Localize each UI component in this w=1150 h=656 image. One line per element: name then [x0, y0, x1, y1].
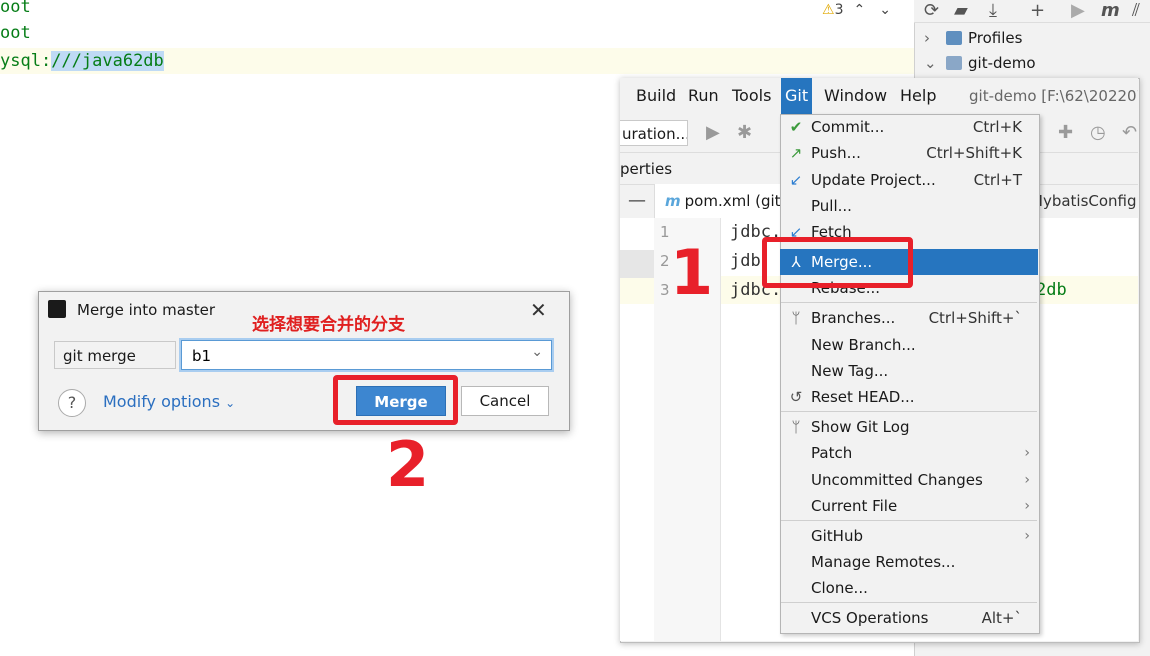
module-icon: [946, 56, 962, 70]
maven-icon[interactable]: m: [1101, 0, 1120, 22]
menu-tools[interactable]: Tools: [732, 78, 771, 114]
modify-options-link[interactable]: Modify options ⌄: [103, 390, 235, 415]
skip-tests-icon[interactable]: ⫽: [1132, 0, 1140, 22]
menu-separator: [781, 520, 1037, 521]
profiles-icon: [946, 31, 962, 45]
step-number-1: 1: [670, 236, 714, 309]
diff-icon[interactable]: ✚: [1058, 120, 1073, 146]
chevron-right-icon: ›: [1024, 445, 1030, 461]
code-fragment: 2db: [1036, 280, 1067, 300]
help-button[interactable]: ?: [58, 389, 86, 417]
add-icon[interactable]: +: [1030, 0, 1045, 22]
push-arrow-icon: ↗: [789, 144, 803, 162]
highlight-box-merge-menu: [762, 237, 913, 288]
git-menu-patch[interactable]: Patch ›: [780, 440, 1038, 466]
git-menu-commit[interactable]: ✔ Commit... Ctrl+K: [780, 114, 1038, 140]
git-menu-pull[interactable]: Pull...: [780, 193, 1038, 219]
run-icon[interactable]: ▶: [706, 120, 720, 146]
history-icon[interactable]: ◷: [1090, 120, 1106, 146]
folder-sync-icon[interactable]: ▰: [954, 0, 968, 22]
git-menu-new-branch[interactable]: New Branch...: [780, 332, 1038, 358]
branch-combobox[interactable]: ⌄: [181, 340, 552, 370]
cancel-button[interactable]: Cancel: [461, 386, 549, 416]
check-icon: ✔: [789, 118, 803, 136]
menu-bar: Build Run Tools Git Window Help git-demo…: [620, 78, 1138, 114]
branch-icon: ᛘ: [791, 309, 801, 327]
code-line: oot: [0, 23, 31, 43]
git-menu-manage-remotes[interactable]: Manage Remotes...: [780, 549, 1038, 575]
refresh-icon[interactable]: ⟳: [924, 0, 939, 22]
chevron-right-icon: ›: [1024, 498, 1030, 514]
tree-item-profiles[interactable]: › Profiles: [914, 26, 1150, 51]
chevron-down-icon[interactable]: ⌄: [879, 2, 891, 18]
chevron-right-icon: ›: [1024, 528, 1030, 544]
properties-breadcrumb[interactable]: perties: [620, 153, 672, 185]
git-menu-update-project[interactable]: ↙ Update Project... Ctrl+T: [780, 167, 1038, 193]
highlight-box-merge-button: [333, 375, 458, 425]
git-command-label: git merge: [54, 341, 176, 369]
menu-help[interactable]: Help: [900, 78, 936, 114]
git-menu-push[interactable]: ↗ Push... Ctrl+Shift+K: [780, 140, 1038, 166]
warning-icon: ⚠: [822, 2, 835, 18]
git-menu-clone[interactable]: Clone...: [780, 575, 1038, 601]
maven-file-icon: m: [665, 192, 681, 210]
git-menu-uncommitted-changes[interactable]: Uncommitted Changes ›: [780, 467, 1038, 493]
menu-run[interactable]: Run: [688, 78, 719, 114]
annotation-label: 选择想要合并的分支: [252, 315, 405, 335]
chevron-right-icon: ›: [1024, 472, 1030, 488]
chevron-down-icon: ⌄: [225, 396, 236, 410]
project-toolbar: ⟳ ▰ ⤓ + ▶ m ⫽: [914, 0, 1150, 23]
git-menu-new-tag[interactable]: New Tag...: [780, 358, 1038, 384]
tree-item-git-demo[interactable]: ⌄ git-demo: [914, 51, 1150, 76]
window-title: git-demo [F:\62\202207: [969, 87, 1138, 105]
chevron-down-icon: ⌄: [924, 54, 937, 72]
tab-mybatis-config[interactable]: MybatisConfig: [1030, 184, 1138, 218]
branch-icon: ᛘ: [791, 418, 801, 436]
git-menu-reset-head[interactable]: ↺ Reset HEAD...: [780, 384, 1038, 410]
dialog-title: Merge into master: [77, 301, 215, 319]
gutter-marker: [620, 250, 654, 278]
menu-git[interactable]: Git: [781, 78, 813, 114]
run-configuration-selector[interactable]: uration...: [620, 120, 688, 146]
git-menu-current-file[interactable]: Current File ›: [780, 493, 1038, 519]
chevron-down-icon[interactable]: ⌄: [531, 344, 543, 360]
close-icon[interactable]: ✕: [530, 298, 547, 322]
download-icon[interactable]: ⤓: [989, 0, 997, 22]
menu-separator: [781, 302, 1037, 303]
run-icon[interactable]: ▶: [1071, 0, 1085, 22]
intellij-logo-icon: [48, 300, 66, 318]
menu-window[interactable]: Window: [824, 78, 887, 114]
git-menu-vcs-operations[interactable]: VCS Operations Alt+`: [780, 605, 1038, 631]
chevron-right-icon: ›: [924, 29, 930, 47]
code-line: jdb: [730, 251, 761, 271]
debug-icon[interactable]: ✱: [737, 120, 752, 146]
step-number-2: 2: [386, 428, 430, 501]
git-menu-branches[interactable]: ᛘ Branches... Ctrl+Shift+`: [780, 305, 1038, 331]
rollback-icon[interactable]: ↶: [1122, 120, 1137, 146]
inspection-widget[interactable]: ⚠3 ⌃ ⌄: [822, 0, 891, 20]
reset-icon: ↺: [789, 388, 803, 406]
update-arrow-icon: ↙: [789, 171, 803, 189]
git-menu-github[interactable]: GitHub ›: [780, 523, 1038, 549]
menu-separator: [781, 411, 1037, 412]
code-line: oot: [0, 0, 31, 17]
code-line: ysql:///java62db: [0, 51, 164, 71]
menu-build[interactable]: Build: [636, 78, 676, 114]
git-menu-show-git-log[interactable]: ᛘ Show Git Log: [780, 414, 1038, 440]
collapse-icon[interactable]: —: [628, 190, 646, 212]
menu-separator: [781, 602, 1037, 603]
chevron-up-icon[interactable]: ⌃: [853, 2, 865, 18]
branch-input[interactable]: [190, 343, 514, 369]
